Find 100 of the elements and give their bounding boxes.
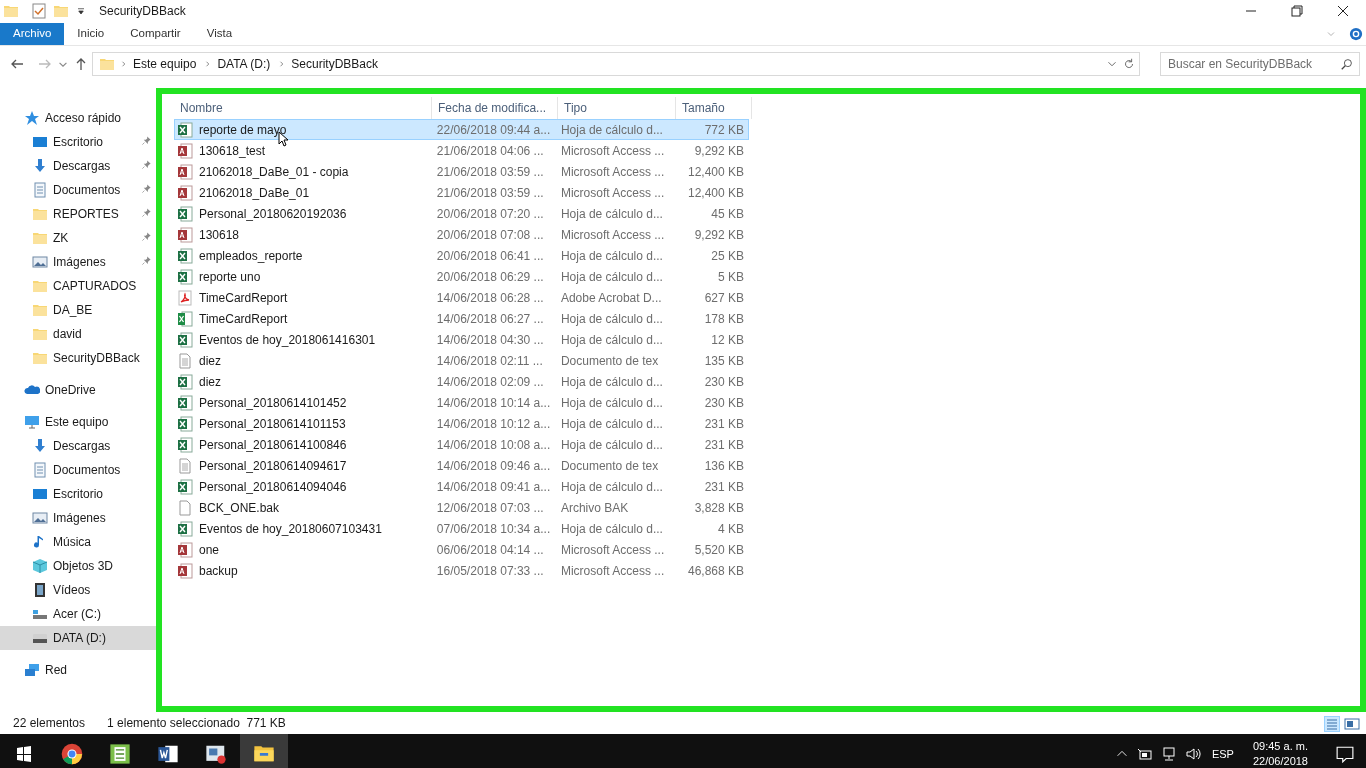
text-file-icon <box>177 352 193 369</box>
file-row[interactable]: TimeCardReport 14/06/2018 06:28 ... Adobe Acrobat D... 627 KB <box>174 287 749 308</box>
spreadsheet-icon <box>109 743 131 765</box>
file-row[interactable]: TimeCardReport 14/06/2018 06:27 ... Hoja de cálculo d... 178 KB <box>174 308 749 329</box>
type-cell-text: Hoja de cálculo d... <box>559 373 664 391</box>
folder-icon <box>32 278 48 294</box>
ribbon-tab[interactable]: Inicio <box>64 22 118 45</box>
sidebar-item[interactable]: Imágenes <box>0 506 156 530</box>
file-row[interactable]: Personal_20180614094617 14/06/2018 09:46 a... Documento de tex 136 KB <box>174 455 749 476</box>
thumbnail-view-icon[interactable] <box>1344 716 1360 732</box>
sidebar-item[interactable]: Acer (C:) <box>0 602 156 626</box>
date-cell-text: 14/06/2018 09:41 a... <box>435 478 552 496</box>
sidebar-item[interactable]: david <box>0 322 156 346</box>
sidebar-item[interactable]: Descargas <box>0 434 156 458</box>
sidebar-item[interactable]: Documentos <box>0 178 156 202</box>
sidebar-item[interactable]: Música <box>0 530 156 554</box>
file-row[interactable]: Personal_20180614094046 14/06/2018 09:41 a... Hoja de cálculo d... 231 KB <box>174 476 749 497</box>
ribbon-tab[interactable]: Vista <box>193 22 246 45</box>
folder-icon <box>32 206 48 222</box>
file-row[interactable]: empleados_reporte 20/06/2018 06:41 ... Hoja de cálculo d... 25 KB <box>174 245 749 266</box>
breadcrumb[interactable]: Este equipo <box>133 55 197 73</box>
sidebar-item[interactable]: CAPTURADOS <box>0 274 156 298</box>
sidebar-item[interactable]: Escritorio <box>0 482 156 506</box>
sidebar-item[interactable]: REPORTES <box>0 202 156 226</box>
type-cell-text: Archivo BAK <box>559 499 630 517</box>
taskbar-app[interactable] <box>240 734 288 768</box>
size-cell-text: 231 KB <box>703 478 745 496</box>
spreadsheet-icon <box>177 394 193 411</box>
size-cell-text: 231 KB <box>703 436 745 454</box>
file-row[interactable]: Eventos de hoy_2018061416301 14/06/2018 04:30 ... Hoja de cálculo d... 12 KB <box>174 329 749 350</box>
notification-icon[interactable] <box>1336 745 1354 763</box>
search-icon <box>1340 57 1354 71</box>
search-field[interactable]: Buscar en SecurityDBBack <box>1160 52 1360 76</box>
type-cell-text: Hoja de cálculo d... <box>559 478 664 496</box>
document-icon <box>32 182 48 198</box>
file-row[interactable]: Personal_20180620192036 20/06/2018 07:20 ... Hoja de cálculo d... 45 KB <box>174 203 749 224</box>
sidebar-item[interactable]: Vídeos <box>0 578 156 602</box>
type-cell-text: Hoja de cálculo d... <box>559 394 664 412</box>
restore-icon[interactable] <box>1289 3 1305 19</box>
sidebar-item[interactable]: Objetos 3D <box>0 554 156 578</box>
file-row[interactable]: 130618_test 21/06/2018 04:06 ... Microsoft Access ... 9,292 KB <box>174 140 749 161</box>
refresh-icon <box>1122 57 1136 71</box>
down-arrow-icon <box>32 438 48 454</box>
sidebar-item[interactable]: Documentos <box>0 458 156 482</box>
browser-icon <box>61 743 83 765</box>
date-cell-text: 14/06/2018 04:30 ... <box>435 331 545 349</box>
type-cell-text: Hoja de cálculo d... <box>559 436 664 454</box>
sidebar-item[interactable]: Imágenes <box>0 250 156 274</box>
sidebar-item[interactable]: Escritorio <box>0 130 156 154</box>
spreadsheet-icon <box>177 310 193 327</box>
sidebar-item[interactable]: ZK <box>0 226 156 250</box>
date-cell-text: 21/06/2018 03:59 ... <box>435 184 545 202</box>
sidebar-item[interactable]: DA_BE <box>0 298 156 322</box>
file-row[interactable]: one 06/06/2018 04:14 ... Microsoft Access ... 5,520 KB <box>174 539 749 560</box>
close-icon[interactable] <box>1335 3 1351 19</box>
file-row[interactable]: Personal_20180614100846 14/06/2018 10:08 a... Hoja de cálculo d... 231 KB <box>174 434 749 455</box>
file-name: Personal_20180620192036 <box>199 205 347 223</box>
selection-info: 1 elemento seleccionado 771 KB <box>107 715 286 732</box>
sidebar-item[interactable]: SecurityDBBack <box>0 346 156 370</box>
language-indicator[interactable]: ESP <box>1208 745 1237 763</box>
file-row[interactable]: reporte de mayo 22/06/2018 09:44 a... Hoja de cálculo d... 772 KB <box>174 119 749 140</box>
breadcrumb[interactable]: SecurityDBBack <box>291 55 378 73</box>
sidebar-item[interactable]: Red <box>0 658 156 682</box>
folder-icon <box>99 56 115 72</box>
breadcrumb[interactable]: DATA (D:) <box>217 55 271 73</box>
type-cell-text: Microsoft Access ... <box>559 163 666 181</box>
date-cell-text: 20/06/2018 06:41 ... <box>435 247 545 265</box>
sidebar-item[interactable]: Descargas <box>0 154 156 178</box>
file-row[interactable]: diez 14/06/2018 02:09 ... Hoja de cálculo d... 230 KB <box>174 371 749 392</box>
date-cell-text: 21/06/2018 04:06 ... <box>435 142 545 160</box>
date-cell-text: 12/06/2018 07:03 ... <box>435 499 545 517</box>
date-cell-text: 14/06/2018 10:08 a... <box>435 436 552 454</box>
star-icon <box>24 110 40 126</box>
file-name: backup <box>199 562 238 580</box>
sidebar-item[interactable]: OneDrive <box>0 378 156 402</box>
file-row[interactable]: 130618 20/06/2018 07:08 ... Microsoft Access ... 9,292 KB <box>174 224 749 245</box>
spreadsheet-icon <box>177 478 193 495</box>
type-cell-text: Microsoft Access ... <box>559 541 666 559</box>
file-row[interactable]: Personal_20180614101452 14/06/2018 10:14 a... Hoja de cálculo d... 230 KB <box>174 392 749 413</box>
file-row[interactable]: Personal_20180614101153 14/06/2018 10:12 a... Hoja de cálculo d... 231 KB <box>174 413 749 434</box>
type-cell-text: Hoja de cálculo d... <box>559 268 664 286</box>
sidebar-item[interactable]: DATA (D:) <box>0 626 156 650</box>
file-row[interactable]: backup 16/05/2018 07:33 ... Microsoft Access ... 46,868 KB <box>174 560 749 581</box>
windows-start-icon[interactable] <box>16 746 32 762</box>
file-row[interactable]: 21062018_DaBe_01 21/06/2018 03:59 ... Microsoft Access ... 12,400 KB <box>174 182 749 203</box>
file-row[interactable]: reporte uno 20/06/2018 06:29 ... Hoja de cálculo d... 5 KB <box>174 266 749 287</box>
date-cell-text: 20/06/2018 07:20 ... <box>435 205 545 223</box>
file-row[interactable]: BCK_ONE.bak 12/06/2018 07:03 ... Archivo BAK 3,828 KB <box>174 497 749 518</box>
sidebar-item[interactable]: Acceso rápido <box>0 106 156 130</box>
sidebar-item[interactable]: Este equipo <box>0 410 156 434</box>
picture-icon <box>32 254 48 270</box>
network-icon <box>1160 746 1177 762</box>
file-row[interactable]: 21062018_DaBe_01 - copia 21/06/2018 03:59 ... Microsoft Access ... 12,400 KB <box>174 161 749 182</box>
type-cell-text: Hoja de cálculo d... <box>559 121 664 139</box>
file-row[interactable]: Eventos de hoy_20180607103431 07/06/2018 10:34 a... Hoja de cálculo d... 4 KB <box>174 518 749 539</box>
ribbon-tab[interactable]: Archivo <box>0 22 65 45</box>
file-row[interactable]: diez 14/06/2018 02:11 ... Documento de tex 135 KB <box>174 350 749 371</box>
file-name: TimeCardReport <box>199 289 288 307</box>
ribbon-tab[interactable]: Compartir <box>117 22 194 45</box>
type-cell-text: Documento de tex <box>559 352 660 370</box>
